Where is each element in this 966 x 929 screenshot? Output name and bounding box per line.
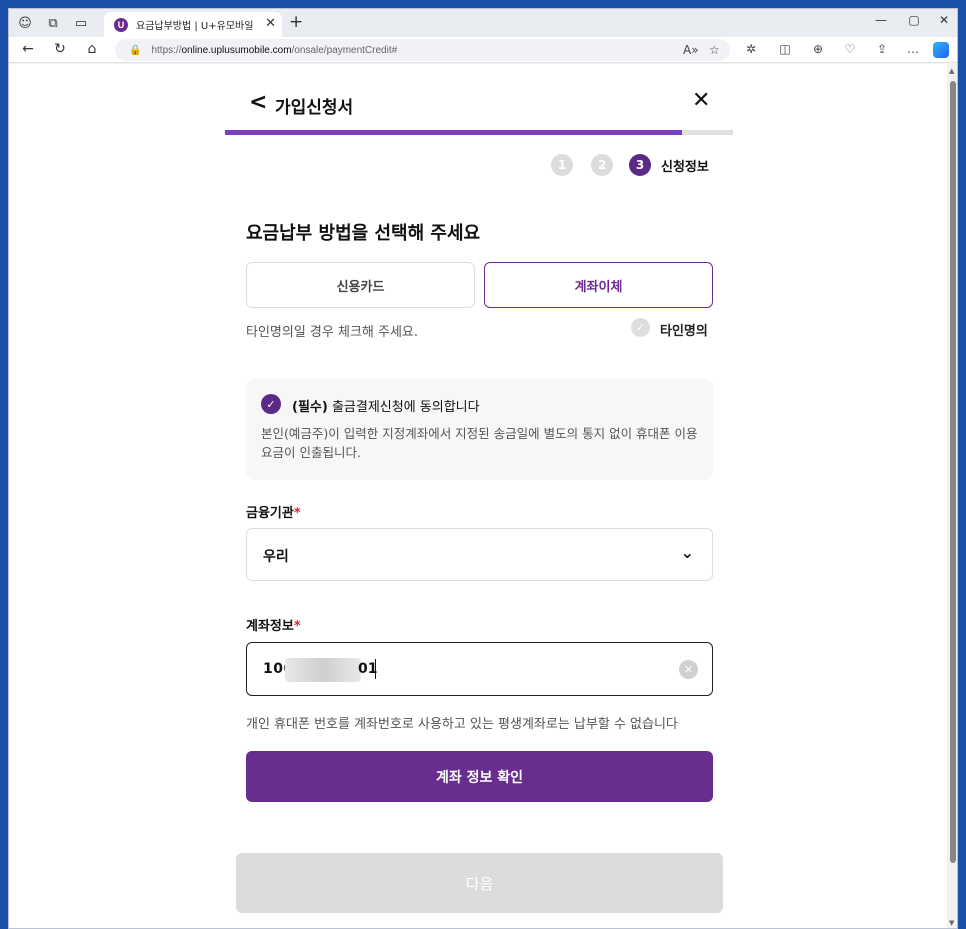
minimize-icon[interactable]: — <box>871 13 891 27</box>
extensions-icon[interactable]: ✲ <box>742 42 760 56</box>
bank-select-value: 우리 <box>263 549 289 565</box>
browser-window: ☺ ⧉ ▭ U 요금납부방법 | U+유모바일 ✕ + — ▢ ✕ ← ↻ ⌂ … <box>8 8 958 929</box>
read-aloud-icon[interactable]: A» <box>683 43 699 57</box>
tab-strip: ☺ ⧉ ▭ U 요금납부방법 | U+유모바일 ✕ + — ▢ ✕ <box>9 9 957 37</box>
scrollbar[interactable]: ▲ ▼ <box>947 64 957 928</box>
step-3: 3 <box>629 154 651 176</box>
masked-account-digits <box>285 658 361 682</box>
browser-toolbar: ← ↻ ⌂ 🔒 https://online.uplusumobile.com/… <box>9 37 957 63</box>
tab-title: 요금납부방법 | U+유모바일 <box>136 21 254 32</box>
more-menu-icon[interactable]: … <box>904 42 922 56</box>
text-caret <box>375 659 376 679</box>
agreement-box: ✓ (필수) 출금결제신청에 동의합니다 본인(예금주)이 입력한 지정계좌에서… <box>246 379 713 480</box>
back-arrow-icon[interactable]: ← <box>19 41 37 57</box>
step-1: 1 <box>551 154 573 176</box>
next-button[interactable]: 다음 <box>236 853 723 913</box>
favorite-star-icon[interactable]: ☆ <box>709 43 720 57</box>
credit-card-button[interactable]: 신용카드 <box>246 262 475 308</box>
scroll-down-icon[interactable]: ▼ <box>949 919 954 927</box>
agreement-title[interactable]: (필수) 출금결제신청에 동의합니다 <box>292 396 480 415</box>
other-owner-label[interactable]: 타인명의 <box>660 320 708 339</box>
url-text: https://online.uplusumobile.com/onsale/p… <box>151 44 398 56</box>
lock-icon: 🔒 <box>129 44 142 56</box>
step-2: 2 <box>591 154 613 176</box>
split-screen-icon[interactable]: ◫ <box>776 42 794 56</box>
tab-close-icon[interactable]: ✕ <box>265 16 276 31</box>
share-icon[interactable]: ⇪ <box>873 42 891 56</box>
collections-icon[interactable]: ⊕ <box>809 42 827 56</box>
progress-fill <box>225 130 683 135</box>
account-number-input[interactable]: 100 01 ✕ <box>246 642 713 696</box>
home-icon[interactable]: ⌂ <box>83 41 101 57</box>
workspaces-icon[interactable]: ⧉ <box>43 14 63 32</box>
payment-method-title: 요금납부 방법을 선택해 주세요 <box>246 223 481 244</box>
bank-select[interactable]: 우리 ⌄ <box>246 528 713 581</box>
new-tab-icon[interactable]: + <box>289 12 303 32</box>
browser-essentials-icon[interactable]: ♡ <box>841 42 859 56</box>
bank-field-label: 금융기관* <box>246 506 301 521</box>
window-close-icon[interactable]: ✕ <box>934 13 954 27</box>
account-note: 개인 휴대폰 번호를 계좌번호로 사용하고 있는 평생계좌로는 납부할 수 없습… <box>246 717 678 732</box>
agreement-description: 본인(예금주)이 입력한 지정계좌에서 지정된 송금일에 별도의 통지 없이 휴… <box>261 426 698 460</box>
scroll-up-icon[interactable]: ▲ <box>949 67 954 75</box>
maximize-icon[interactable]: ▢ <box>904 13 924 27</box>
close-icon[interactable]: ✕ <box>692 88 710 113</box>
back-chevron-icon[interactable]: < <box>249 90 267 115</box>
profile-avatar-icon[interactable]: ☺ <box>15 14 35 32</box>
step-label: 신청정보 <box>661 160 709 175</box>
tab-actions-icon[interactable]: ▭ <box>71 14 91 32</box>
page-title: 가입신청서 <box>275 98 354 118</box>
other-owner-checkbox[interactable]: ✓ <box>631 318 650 337</box>
copilot-icon[interactable] <box>933 42 949 58</box>
refresh-icon[interactable]: ↻ <box>51 41 69 57</box>
progress-bar <box>225 130 733 135</box>
agreement-checkbox[interactable]: ✓ <box>261 394 281 414</box>
bank-transfer-button[interactable]: 계좌이체 <box>484 262 713 308</box>
browser-tab-active[interactable]: U 요금납부방법 | U+유모바일 ✕ <box>104 12 282 37</box>
other-owner-hint: 타인명의일 경우 체크해 주세요. <box>246 325 419 340</box>
confirm-account-button[interactable]: 계좌 정보 확인 <box>246 751 713 802</box>
address-bar[interactable]: 🔒 https://online.uplusumobile.com/onsale… <box>115 39 730 61</box>
account-field-label: 계좌정보* <box>246 619 301 634</box>
scrollbar-thumb[interactable] <box>950 81 956 863</box>
clear-input-icon[interactable]: ✕ <box>679 660 698 679</box>
page-content: < 가입신청서 ✕ 1 2 3 신청정보 요금납부 방법을 선택해 주세요 신용… <box>9 64 947 928</box>
chevron-down-icon: ⌄ <box>680 543 694 562</box>
favicon-icon: U <box>114 17 128 32</box>
